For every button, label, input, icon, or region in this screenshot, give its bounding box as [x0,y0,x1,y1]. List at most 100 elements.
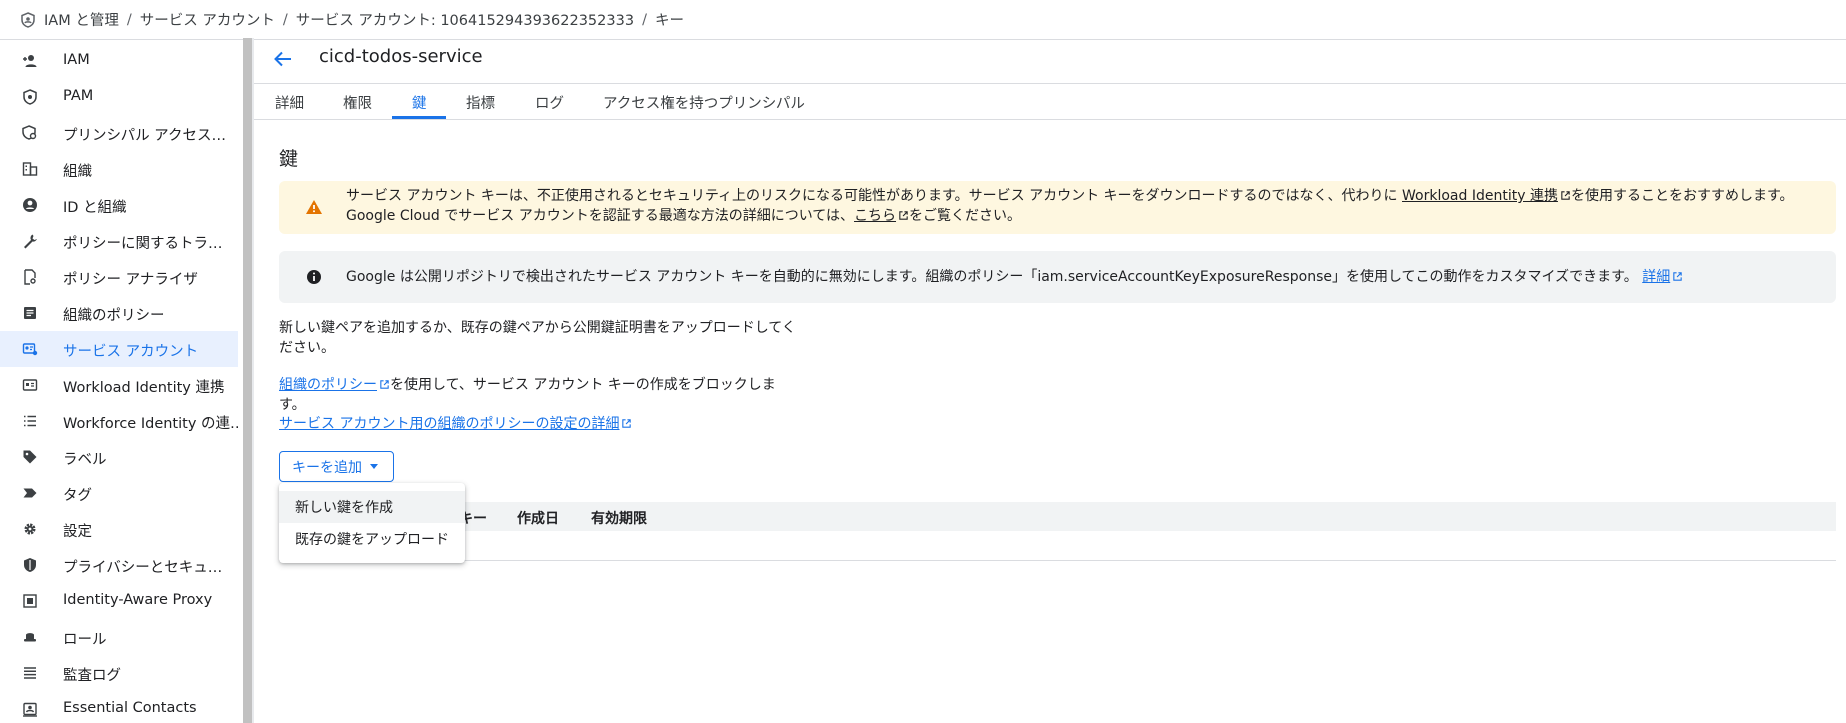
sidebar-nav: IAM PAM プリンシパル アクセス… 組織 ID と組織 ポリシーに関するト… [0,38,245,723]
sidebar-item-labels[interactable]: ラベル [0,439,238,475]
shield-icon [23,89,37,105]
sidebar-item-iap[interactable]: Identity-Aware Proxy [0,583,238,619]
info-text: Google は公開リポジトリで検出されたサービス アカウント キーを自動的に無… [346,267,1822,287]
intro-text: 新しい鍵ペアを追加するか、既存の鍵ペアから公開鍵証明書をアップロードしてください… [279,320,796,356]
tab-permissions[interactable]: 権限 [343,92,372,113]
sidebar-item-workload-identity[interactable]: Workload Identity 連携 [0,367,238,403]
sidebar-item-policy-troubleshooter[interactable]: ポリシーに関するトラ… [0,223,238,259]
breadcrumb-separator: / [126,11,132,28]
add-key-menu: 新しい鍵を作成 既存の鍵をアップロード [279,483,465,563]
sidebar-item-pam[interactable]: PAM [0,79,238,115]
sidebar-item-roles[interactable]: ロール [0,619,238,655]
link-label: 詳細 [1642,269,1671,285]
sidebar-item-policy-analyzer[interactable]: ポリシー アナライザ [0,259,238,295]
link-label: サービス アカウント用の組織のポリシーの設定の詳細 [279,416,620,432]
sidebar-item-org-policies[interactable]: 組織のポリシー [0,295,238,331]
id-card-icon [22,379,38,391]
breadcrumb-item-keys: キー [654,13,684,29]
learn-more-link[interactable]: こちら [854,208,909,224]
sidebar-item-label: ポリシー アナライザ [63,272,198,288]
shield-icon [21,11,35,28]
warning-text-part: サービス アカウント キーは、不正使用されるとセキュリティ上のリスクになる可能性… [346,188,1403,204]
account-circle-icon [23,198,37,212]
contact-icon [23,702,37,717]
list-icon [24,415,36,427]
tab-principals-with-access[interactable]: アクセス権を持つプリンシパル [603,92,805,113]
table-divider [279,560,1836,561]
sidebar-item-organization[interactable]: 組織 [0,151,238,187]
breadcrumb: IAM と管理 / サービス アカウント / サービス アカウント: 10641… [0,0,1846,40]
back-arrow-icon[interactable] [272,48,294,70]
breadcrumb-item-iam[interactable]: IAM と管理 [44,9,119,30]
sidebar-item-label: ID と組織 [63,200,127,216]
tab-details[interactable]: 詳細 [275,92,304,113]
sidebar-item-workforce-identity[interactable]: Workforce Identity の連… [0,403,238,439]
sidebar-item-label: Workload Identity 連携 [63,380,225,396]
link-label: こちら [854,208,897,224]
proxy-icon [23,594,37,608]
policy-search-icon [22,125,37,140]
sidebar-item-label: ラベル [63,452,107,468]
menu-item-create-new-key[interactable]: 新しい鍵を作成 [279,491,465,523]
org-policy-details-link[interactable]: サービス アカウント用の組織のポリシーの設定の詳細 [279,416,632,432]
details-link[interactable]: 詳細 [1642,269,1683,285]
info-banner: Google は公開リポジトリで検出されたサービス アカウント キーを自動的に無… [279,251,1836,303]
warning-icon [306,200,322,214]
sidebar-item-label: タグ [63,488,92,504]
sidebar-item-privacy-security[interactable]: プライバシーとセキュ… [0,547,238,583]
lines-icon [24,667,36,679]
sidebar-item-audit-logs[interactable]: 監査ログ [0,655,238,691]
external-link-icon [1673,272,1682,281]
org-policy-text: 組織のポリシー を使用して、サービス アカウント キーの作成をブロックします。 [279,375,799,415]
breadcrumb-item-service-accounts[interactable]: サービス アカウント [140,9,275,30]
external-link-icon [899,211,908,220]
breadcrumb-item-service-account-id[interactable]: サービス アカウント: 106415294393622352333 [296,9,634,30]
info-text-part: Google は公開リポジトリで検出されたサービス アカウント キーを自動的に無… [346,269,1638,285]
sidebar-divider [252,38,254,723]
sidebar-item-label: 設定 [63,524,92,540]
keys-table-header: キー 作成日 有効期限 [279,502,1836,531]
warning-banner: サービス アカウント キーは、不正使用されるとセキュリティ上のリスクになる可能性… [279,181,1836,234]
sidebar-item-label: ポリシーに関するトラ… [63,236,223,252]
sidebar-item-label: IAM [63,52,90,68]
breadcrumb-separator: / [282,11,288,28]
header-divider [254,83,1846,84]
tab-keys[interactable]: 鍵 [412,92,427,113]
sidebar-item-label: PAM [63,88,94,104]
org-policy-link[interactable]: 組織のポリシー [279,377,390,393]
gear-icon [24,523,36,535]
person-add-icon [23,55,37,67]
sidebar-item-service-accounts[interactable]: サービス アカウント [0,331,238,367]
sidebar-item-principal-access[interactable]: プリンシパル アクセス… [0,115,238,151]
menu-item-upload-existing-key[interactable]: 既存の鍵をアップロード [279,523,465,555]
workload-identity-link[interactable]: Workload Identity 連携 [1402,188,1571,204]
label-arrow-icon [23,488,37,498]
sidebar-scrollbar[interactable] [243,38,252,723]
sidebar-item-label: ロール [63,632,107,648]
sidebar-item-tags[interactable]: タグ [0,475,238,511]
link-label: 組織のポリシー [279,377,377,393]
external-link-icon [1561,191,1570,200]
tab-logs[interactable]: ログ [535,92,564,113]
add-key-button[interactable]: キーを追加 [279,451,394,482]
building-icon [22,162,38,176]
sidebar-item-label: Workforce Identity の連… [63,416,238,432]
sidebar-item-label: Identity-Aware Proxy [63,592,213,608]
doc-search-icon [24,269,36,285]
sidebar-item-essential-contacts[interactable]: Essential Contacts [0,691,238,723]
sidebar-item-identity-org[interactable]: ID と組織 [0,187,238,223]
add-key-label: キーを追加 [292,459,362,476]
caret-down-icon [370,464,378,469]
column-header-expiry[interactable]: 有効期限 [591,508,647,528]
column-header-created[interactable]: 作成日 [517,508,559,528]
info-icon [307,270,321,284]
org-policy-details: サービス アカウント用の組織のポリシーの設定の詳細 [279,414,799,434]
section-title: 鍵 [279,148,299,170]
tabs-divider [254,119,1846,120]
sidebar-item-iam[interactable]: IAM [0,43,238,79]
tag-icon [23,450,37,464]
sidebar-item-label: サービス アカウント [63,344,199,360]
shield-lock-icon [24,558,36,572]
tab-metrics[interactable]: 指標 [466,92,495,113]
sidebar-item-settings[interactable]: 設定 [0,511,238,547]
